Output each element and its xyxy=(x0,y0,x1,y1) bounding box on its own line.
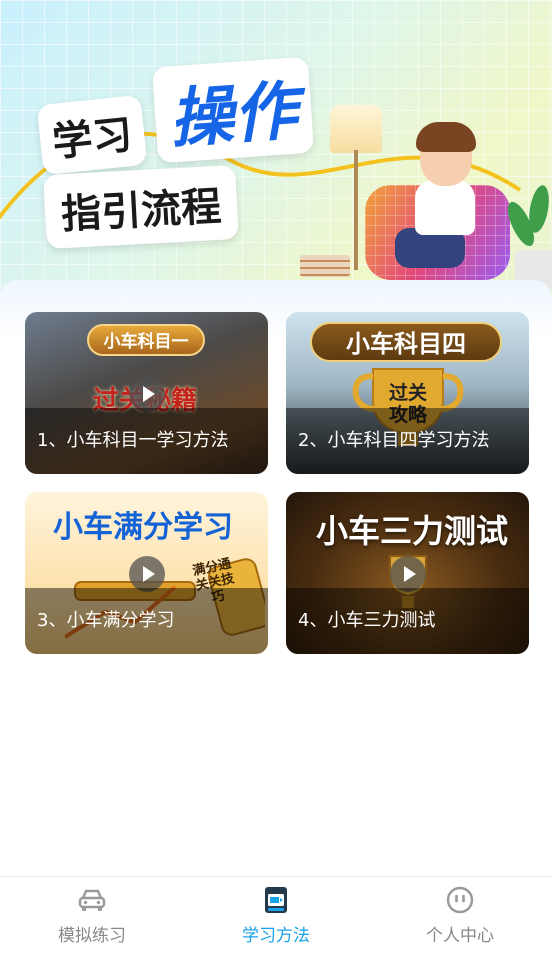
course-card-subject-four[interactable]: 小车科目四 过关攻略 2、小车科目四学习方法 xyxy=(286,312,529,474)
tab-profile[interactable]: 个人中心 xyxy=(368,877,552,953)
card-caption: 3、小车满分学习 xyxy=(25,588,268,654)
card-badge: 小车科目四 xyxy=(310,322,502,362)
hero-title-highlight: 操作 xyxy=(151,56,315,164)
card-caption: 1、小车科目一学习方法 xyxy=(25,408,268,474)
person-body xyxy=(415,180,475,235)
play-icon[interactable] xyxy=(390,556,426,592)
tab-label: 模拟练习 xyxy=(58,926,126,946)
card-badge: 小车科目一 xyxy=(87,324,205,356)
car-icon xyxy=(78,889,106,911)
play-icon[interactable] xyxy=(129,556,165,592)
play-icon[interactable] xyxy=(129,376,165,412)
tab-label: 个人中心 xyxy=(426,926,494,946)
tab-study[interactable]: 学习方法 xyxy=(184,877,368,953)
lamp-shade xyxy=(330,105,382,153)
books-stack xyxy=(300,255,350,277)
person-hair xyxy=(416,122,476,152)
hero-title-line2: 指引流程 xyxy=(43,165,239,249)
card-badge: 小车满分学习 xyxy=(53,510,233,545)
card-badge: 小车三力测试 xyxy=(316,512,509,550)
study-icon xyxy=(265,887,287,913)
course-card-full-score[interactable]: 小车满分学习 满分通关关技巧 3、小车满分学习 xyxy=(25,492,268,654)
lamp-pole xyxy=(354,150,358,270)
bottom-tab-bar: 模拟练习 学习方法 个人中心 xyxy=(0,876,552,953)
tab-practice[interactable]: 模拟练习 xyxy=(0,877,184,953)
hero-banner: 学习 操作 指引流程 xyxy=(0,0,552,300)
card-caption: 4、小车三力测试 xyxy=(286,588,529,654)
profile-icon xyxy=(446,886,474,914)
course-card-subject-one[interactable]: 小车科目一 过关秘籍 1、小车科目一学习方法 xyxy=(25,312,268,474)
course-card-three-abilities[interactable]: 小车三力测试 4、小车三力测试 xyxy=(286,492,529,654)
hero-title-line1: 学习 xyxy=(36,94,148,176)
card-caption: 2、小车科目四学习方法 xyxy=(286,408,529,474)
tab-label: 学习方法 xyxy=(242,926,310,946)
